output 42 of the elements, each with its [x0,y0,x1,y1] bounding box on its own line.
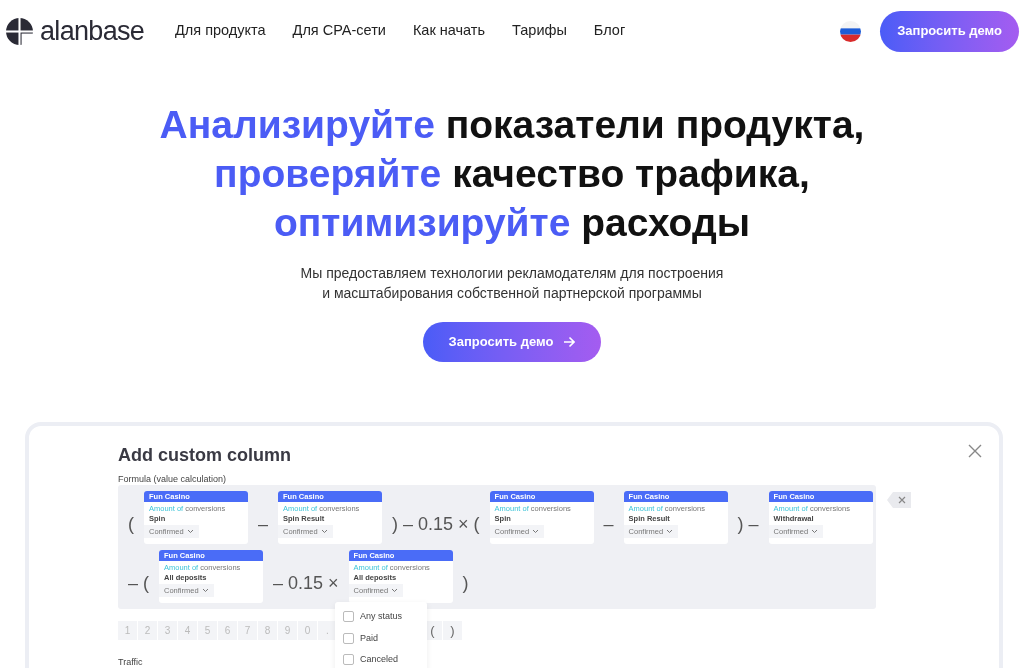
operator-text: ) – 0.15 × ( [391,513,481,536]
operator-text: ( [127,513,135,536]
nav-link[interactable]: Для CPA-сети [292,20,386,42]
section-label: Traffic [118,656,143,668]
headline-line: оптимизируйте расходы [273,200,750,246]
checkbox[interactable] [343,632,354,644]
checkbox[interactable] [343,654,354,666]
russian-flag-icon[interactable] [840,20,862,42]
headline-line: Анализируйте показатели продукта, [159,102,865,148]
keypad-key[interactable]: ) [443,621,462,640]
subtitle-text: и масштабирования собственной партнерской программы [322,284,702,303]
field-label: Formula (value calculation) [118,473,227,486]
request-demo-button[interactable]: Запросить демо [423,322,601,362]
subtitle-text: Мы предоставляем технологии рекламодателям для построения [300,264,724,283]
logo-text: alanbase [40,17,145,45]
logo-icon [5,16,34,46]
menu-option[interactable]: Canceled [343,653,427,667]
close-icon[interactable] [968,444,982,458]
menu-option[interactable]: Any status [343,610,427,624]
operator-text: – 0.15 × [272,572,340,595]
dialog-title: Add custom column [118,444,291,467]
nav-link[interactable]: Тарифы [512,20,567,42]
nav-link[interactable]: Для продукта [175,20,266,42]
chevron-down-icon [666,529,674,534]
arrow-right-icon [563,336,576,348]
checkbox[interactable] [343,611,354,623]
operator-text: ) [461,572,470,595]
chevron-down-icon [201,588,209,593]
chevron-down-icon [811,529,819,534]
operator-text: – [602,513,615,536]
nav-link[interactable]: Блог [593,20,626,42]
request-demo-button[interactable]: Запросить демо [880,10,1019,52]
chevron-down-icon [186,529,194,534]
chevron-down-icon [320,529,328,534]
chevron-down-icon [391,588,399,593]
nav-link[interactable]: Как начать [412,20,486,42]
operator-text: – [257,513,269,536]
operator-text: ) – [736,513,760,536]
chevron-down-icon [532,529,540,534]
operator-text: – ( [127,572,150,595]
headline-line: проверяйте качество трафика, [214,151,810,197]
remove-icon[interactable] [887,492,911,508]
